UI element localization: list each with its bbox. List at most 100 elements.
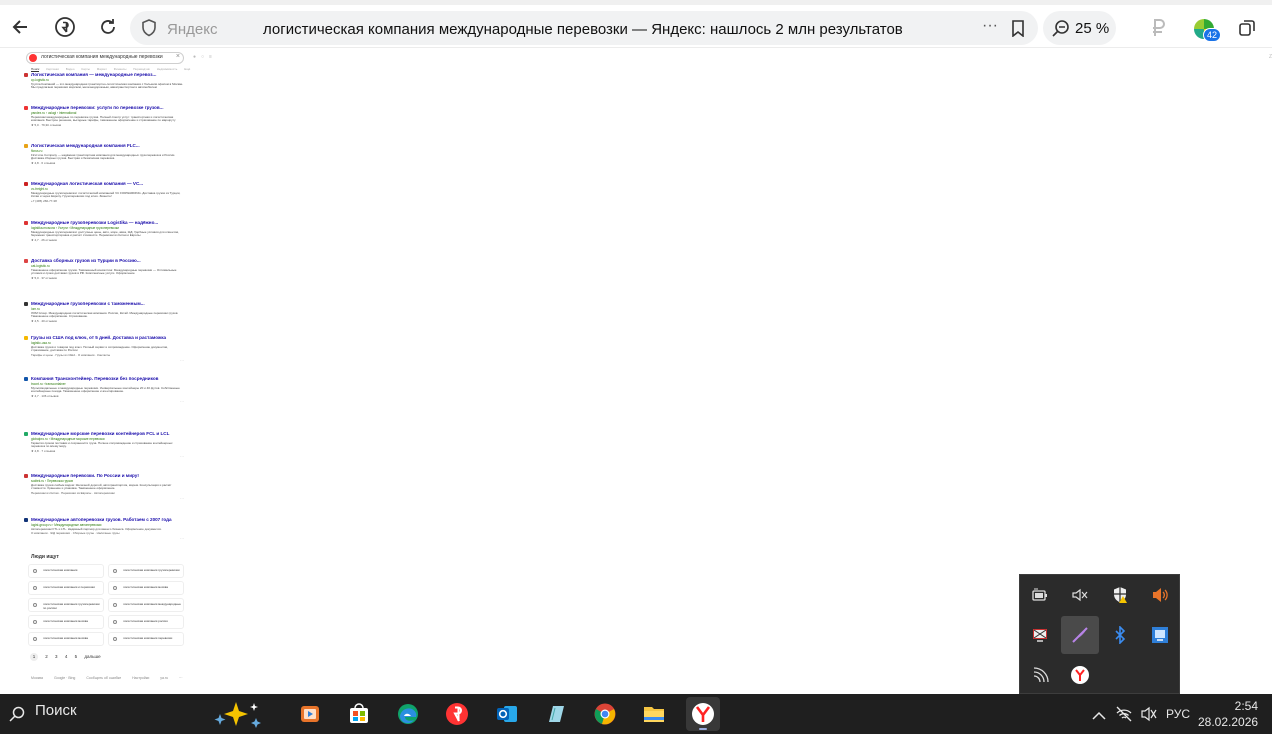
video-app-icon[interactable] bbox=[293, 697, 327, 731]
result-meta: ★ 5,0 · 79,3К отзывов bbox=[31, 123, 62, 128]
bookmark-icon[interactable] bbox=[1011, 20, 1025, 42]
more-icon[interactable]: ··· bbox=[180, 399, 184, 404]
result-desc: Доставка грузов любым видом: Железной до… bbox=[31, 482, 172, 491]
clock[interactable]: 2:54 28.02.2026 bbox=[1198, 698, 1258, 730]
notes-app-icon[interactable] bbox=[539, 697, 573, 731]
back-arrow-icon[interactable] bbox=[6, 11, 34, 43]
footer-link[interactable]: ··· bbox=[179, 676, 183, 680]
search-result[interactable]: Международные перевозки. По России и мир… bbox=[24, 473, 184, 501]
more-icon[interactable]: ··· bbox=[180, 454, 184, 459]
file-explorer-icon[interactable] bbox=[637, 697, 671, 731]
bluetooth-icon[interactable] bbox=[1101, 616, 1139, 654]
copilot-sparkle-icon[interactable] bbox=[212, 700, 274, 733]
chrome-icon[interactable] bbox=[588, 697, 622, 731]
search-icon bbox=[113, 620, 117, 624]
taskbar-search-label[interactable]: Поиск bbox=[35, 702, 77, 719]
footer-link[interactable]: Сообщить об ошибке bbox=[86, 676, 121, 680]
footer-link[interactable]: Москва bbox=[31, 676, 43, 680]
reload-icon[interactable] bbox=[94, 11, 122, 43]
related-search-chip[interactable]: логистическая компания международные bbox=[108, 598, 184, 612]
speaker-icon[interactable] bbox=[1141, 706, 1157, 727]
search-result[interactable]: Международные перевозки: услуги по перев… bbox=[24, 105, 184, 127]
outlook-icon[interactable] bbox=[490, 697, 524, 731]
search-result[interactable]: Логистическая международная компания FLC… bbox=[24, 143, 184, 165]
more-icon[interactable]: ··· bbox=[180, 536, 184, 541]
search-result[interactable]: Доставка сборных грузов из Турции в Росс… bbox=[24, 258, 184, 280]
input-language[interactable]: РУС bbox=[1166, 707, 1190, 721]
page-title: логистическая компания международные пер… bbox=[263, 21, 903, 38]
related-search-chip[interactable]: логистическая компания москва bbox=[28, 615, 104, 629]
battery-icon[interactable] bbox=[1021, 576, 1059, 614]
more-icon[interactable]: ··· bbox=[982, 17, 998, 35]
search-result[interactable]: Логистическая компания — международные п… bbox=[24, 72, 184, 90]
footer-link[interactable]: Google · Bing bbox=[54, 676, 75, 680]
volume-icon[interactable] bbox=[1141, 576, 1179, 614]
tab-market[interactable]: Маркет bbox=[97, 67, 107, 71]
footer-link[interactable]: Настройки bbox=[132, 676, 149, 680]
page-link[interactable]: 5 bbox=[75, 654, 78, 659]
page-link[interactable]: 3 bbox=[55, 654, 58, 659]
collections-icon[interactable] bbox=[1234, 13, 1260, 43]
network-app-icon[interactable] bbox=[1141, 616, 1179, 654]
clear-icon[interactable]: × bbox=[176, 53, 180, 60]
page-link[interactable]: 2 bbox=[45, 654, 48, 659]
tab-video[interactable]: Видео bbox=[66, 67, 75, 71]
search-result[interactable]: Международные грузоперевозки с таможенны… bbox=[24, 301, 184, 323]
ruble-icon[interactable] bbox=[1146, 13, 1172, 43]
search-tools-icons[interactable]: ●○≡ bbox=[193, 54, 217, 60]
speaker-muted-icon[interactable] bbox=[1061, 576, 1099, 614]
display-app-icon[interactable] bbox=[1021, 616, 1059, 654]
shield-icon[interactable] bbox=[141, 19, 157, 42]
result-meta: ★ 4,7 · 26 отзывов bbox=[31, 238, 57, 243]
profile-avatar-icon[interactable]: 42 bbox=[1189, 14, 1222, 44]
footer-link[interactable]: ya.ru bbox=[160, 676, 168, 680]
yandex-home-icon[interactable] bbox=[51, 11, 79, 43]
security-shield-icon[interactable] bbox=[1101, 576, 1139, 614]
search-result[interactable]: Компания Трансконтейнер. Перевозки без п… bbox=[24, 376, 184, 404]
edge-browser-icon[interactable] bbox=[391, 697, 425, 731]
related-search-chip[interactable]: логистическая компания москва bbox=[108, 581, 184, 595]
pen-feather-icon[interactable] bbox=[1061, 616, 1099, 654]
tab-maps[interactable]: Карты bbox=[81, 67, 90, 71]
tab-translate[interactable]: Переводчик bbox=[133, 67, 150, 71]
search-tabs: Поиск Картинки Видео Карты Маркет Финанс… bbox=[31, 67, 196, 72]
related-search-chip[interactable]: логистическая компания грузоперевозки bbox=[108, 564, 184, 578]
next-page-link[interactable]: дальше bbox=[84, 654, 100, 659]
related-search-chip[interactable]: логистическая компания грузоперевозки по… bbox=[28, 598, 104, 612]
yandex-icon[interactable] bbox=[440, 697, 474, 731]
related-search-text: логистическая компания москва bbox=[43, 619, 88, 623]
result-title[interactable]: Грузы из США под ключ, от 5 дней. Достав… bbox=[31, 335, 184, 341]
chevron-up-icon[interactable] bbox=[1092, 708, 1106, 726]
related-search-chip[interactable]: логистическая компания россия bbox=[108, 615, 184, 629]
search-result[interactable]: Международные морские перевозки контейне… bbox=[24, 431, 184, 459]
more-icon[interactable]: ··· bbox=[180, 496, 184, 501]
tab-more[interactable]: Ещё bbox=[184, 67, 190, 71]
related-search-chip[interactable]: логистическая компания перевозки bbox=[108, 632, 184, 646]
yandex-browser-icon[interactable] bbox=[686, 697, 720, 731]
network-disconnected-icon[interactable] bbox=[1115, 705, 1133, 728]
related-search-chip[interactable]: логистическая компания bbox=[28, 564, 104, 578]
microsoft-store-icon[interactable] bbox=[342, 697, 376, 731]
tab-realty[interactable]: Недвижимость bbox=[157, 67, 178, 71]
tab-images[interactable]: Картинки bbox=[46, 67, 59, 71]
related-search-chip[interactable]: логистическая компания москва bbox=[28, 632, 104, 646]
site-favicon-icon bbox=[24, 302, 28, 306]
search-result[interactable]: Грузы из США под ключ, от 5 дней. Достав… bbox=[24, 335, 184, 363]
address-bar[interactable]: Яндекс логистическая компания международ… bbox=[130, 11, 1038, 45]
result-meta: О компании · ЖД перевозки · Сборные груз… bbox=[31, 531, 120, 536]
page-link[interactable]: 1 bbox=[30, 653, 38, 661]
taskbar: Поиск РУС 2:54 28.02.2026 bbox=[0, 694, 1272, 734]
yandex-browser-tray-icon[interactable] bbox=[1061, 656, 1099, 694]
related-search-chip[interactable]: логистическая компания и перевозки bbox=[28, 581, 104, 595]
yandex-logo-icon bbox=[29, 54, 37, 62]
search-result[interactable]: Международные грузоперевозки Logistika —… bbox=[24, 220, 184, 242]
search-icon[interactable] bbox=[9, 706, 25, 727]
more-icon[interactable]: ··· bbox=[180, 358, 184, 363]
zoom-indicator[interactable]: 25 % bbox=[1043, 11, 1116, 45]
search-result[interactable]: Международная логистическая компания — V… bbox=[24, 181, 184, 203]
search-result[interactable]: Международные автоперевозки грузов. Рабо… bbox=[24, 517, 184, 541]
wifi-icon[interactable] bbox=[1021, 656, 1059, 694]
page-link[interactable]: 4 bbox=[65, 654, 68, 659]
tab-finance[interactable]: Финансы bbox=[114, 67, 127, 71]
search-box[interactable]: логистическая компания международные пер… bbox=[26, 52, 184, 64]
